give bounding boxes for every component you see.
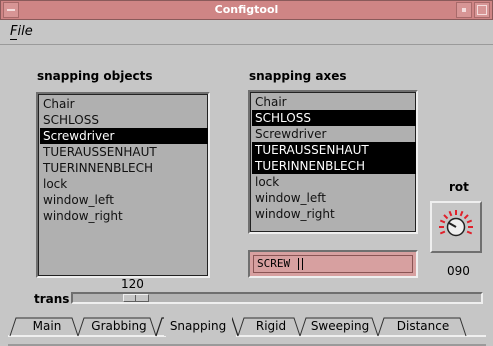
rot-value: 090 — [447, 264, 470, 278]
tab-grabbing[interactable]: Grabbing — [86, 316, 152, 336]
list-item[interactable]: TUERINNENBLECH — [252, 158, 416, 174]
knob-tick — [439, 230, 446, 235]
tab-rigid[interactable]: Rigid — [246, 316, 296, 336]
menu-file-mnemonic-underline — [10, 39, 17, 40]
list-item[interactable]: TUERINNENBLECH — [40, 160, 208, 176]
title-bar[interactable]: Configtool — [0, 0, 493, 20]
list-item[interactable]: window_right — [40, 208, 208, 224]
list-item[interactable]: Chair — [252, 94, 416, 110]
trans-label: trans — [34, 292, 70, 306]
tab-sweeping[interactable]: Sweeping — [306, 316, 374, 336]
minimize-icon[interactable] — [456, 2, 472, 18]
rot-dial[interactable] — [430, 201, 482, 253]
list-item[interactable]: window_left — [40, 192, 208, 208]
snapping-objects-list[interactable]: Chair SCHLOSS Screwdriver TUERAUSSENHAUT TUE… — [36, 92, 210, 278]
tab-distance[interactable]: Distance — [384, 316, 462, 336]
knob-tick — [459, 210, 464, 217]
trans-value: 120 — [121, 277, 144, 291]
trans-slider-thumb[interactable] — [123, 294, 149, 302]
list-item[interactable]: Screwdriver — [40, 128, 208, 144]
rot-label: rot — [449, 180, 469, 194]
list-item[interactable]: lock — [40, 176, 208, 192]
text-cursor — [298, 258, 303, 270]
knob-tick — [466, 219, 473, 224]
tab-snapping[interactable]: Snapping — [164, 316, 232, 336]
maximize-icon[interactable] — [474, 2, 490, 18]
knob-tick — [439, 219, 446, 224]
snapping-axes-label: snapping axes — [249, 69, 347, 83]
list-item[interactable]: Screwdriver — [252, 126, 416, 142]
list-item[interactable]: TUERAUSSENHAUT — [252, 142, 416, 158]
snapping-axes-list[interactable]: Chair SCHLOSS Screwdriver TUERAUSSENHAUT TUE… — [248, 90, 418, 234]
menu-file[interactable]: File — [10, 24, 33, 39]
window-title: Configtool — [214, 3, 279, 16]
menu-bar: File — [0, 20, 493, 45]
snap-text-input[interactable]: SCREW — [248, 250, 418, 278]
rot-dial-icon — [439, 210, 473, 237]
knob-tick — [443, 214, 449, 220]
tab-main[interactable]: Main — [20, 316, 74, 336]
list-item[interactable]: SCHLOSS — [252, 110, 416, 126]
knob-tick — [448, 210, 453, 217]
snapping-objects-label: snapping objects — [37, 69, 153, 83]
list-item[interactable]: TUERAUSSENHAUT — [40, 144, 208, 160]
list-item[interactable]: lock — [252, 174, 416, 190]
text-input-value: SCREW — [257, 257, 291, 270]
list-item[interactable]: window_left — [252, 190, 416, 206]
list-item[interactable]: Chair — [40, 96, 208, 112]
trans-slider[interactable] — [71, 292, 483, 304]
list-item[interactable]: window_right — [252, 206, 416, 222]
knob-tick — [463, 214, 469, 220]
knob-tick — [466, 230, 473, 235]
list-item[interactable]: SCHLOSS — [40, 112, 208, 128]
